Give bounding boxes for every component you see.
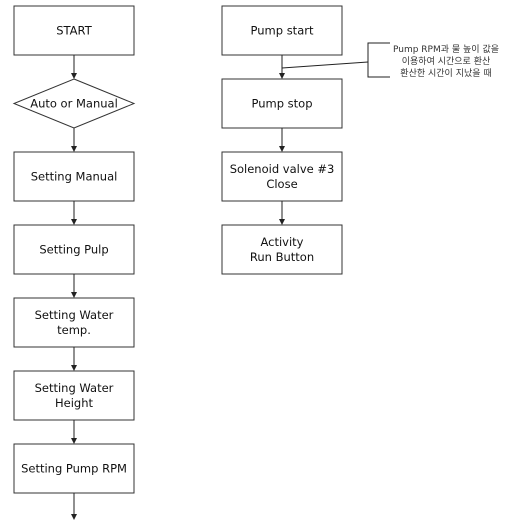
- node-label: Setting Manual: [31, 170, 118, 184]
- annotation-line-2: 이용하여 시간으로 환산: [402, 55, 491, 67]
- node-label: temp.: [57, 323, 91, 337]
- node-label: START: [56, 24, 92, 38]
- node-label: Setting Pump RPM: [21, 462, 127, 476]
- flow-node-pump-stop: Pump stop: [221, 78, 343, 129]
- annotation-line-3: 환산한 시간이 지났을 때: [400, 67, 491, 79]
- node-label: Pump stop: [251, 97, 312, 111]
- node-label: Run Button: [250, 250, 314, 264]
- node-label: Setting Water: [35, 308, 114, 322]
- node-label: Setting Pulp: [39, 243, 108, 257]
- node-label: Height: [55, 396, 94, 410]
- flow-node-auto-or-manual: Auto or Manual: [12, 78, 136, 129]
- node-label: Solenoid valve #3: [230, 162, 335, 176]
- flow-node-activity-run-button: ActivityRun Button: [221, 224, 343, 275]
- flow-node-solenoid-valve-3-close: Solenoid valve #3Close: [221, 151, 343, 202]
- flow-node-setting-manual: Setting Manual: [13, 151, 135, 202]
- flow-node-setting-pulp: Setting Pulp: [13, 224, 135, 275]
- node-label: Activity: [260, 235, 303, 249]
- flowchart: START Auto or Manual Setting Manual Setting…: [12, 5, 499, 520]
- node-label: Setting Water: [35, 381, 114, 395]
- flow-node-setting-water-height: Setting WaterHeight: [13, 370, 135, 421]
- node-label: Auto or Manual: [30, 97, 118, 111]
- flow-node-pump-start: Pump start: [221, 5, 343, 56]
- annotation-line-1: Pump RPM과 물 높이 값을: [393, 43, 499, 55]
- flow-node-start: START: [13, 5, 135, 56]
- node-label: Close: [266, 177, 297, 191]
- node-label: Pump start: [251, 24, 314, 38]
- flow-node-setting-pump-rpm: Setting Pump RPM: [13, 443, 135, 494]
- flow-node-setting-water-temp: Setting Watertemp.: [13, 297, 135, 348]
